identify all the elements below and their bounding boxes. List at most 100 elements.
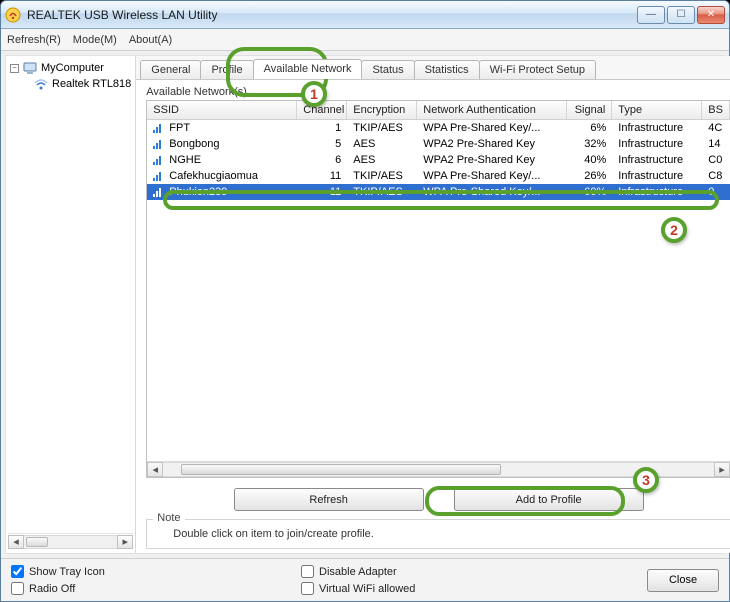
cell-auth: WPA Pre-Shared Key/... xyxy=(417,121,567,135)
minimize-button[interactable]: — xyxy=(637,6,665,24)
app-icon xyxy=(5,7,21,23)
virtual-wifi-input[interactable] xyxy=(301,582,314,595)
cell-channel: 6 xyxy=(297,153,347,167)
networks-listview[interactable]: SSID Channel Encryption Network Authenti… xyxy=(146,100,730,478)
cell-encryption: TKIP/AES xyxy=(347,185,417,199)
signal-icon xyxy=(153,139,165,149)
virtual-wifi-label: Virtual WiFi allowed xyxy=(319,583,415,595)
cell-channel: 5 xyxy=(297,137,347,151)
lv-scroll-left-icon[interactable]: ◂ xyxy=(147,462,163,477)
cell-bssid: 14 xyxy=(702,137,730,151)
adapter-icon xyxy=(34,77,48,91)
cell-signal: 40% xyxy=(567,153,612,167)
tree-adapter[interactable]: Realtek RTL818 xyxy=(8,76,133,92)
tree-collapse-icon[interactable]: − xyxy=(10,64,19,73)
add-to-profile-button[interactable]: Add to Profile xyxy=(454,488,644,511)
col-channel[interactable]: Channel xyxy=(297,101,347,119)
tab-status[interactable]: Status xyxy=(361,60,414,79)
bottom-bar: Show Tray Icon Radio Off Disable Adapter… xyxy=(1,558,729,601)
table-row[interactable]: Cafekhucgiaomua11TKIP/AESWPA Pre-Shared … xyxy=(147,168,730,184)
show-tray-checkbox[interactable]: Show Tray Icon xyxy=(11,565,181,578)
table-row[interactable]: Phukien23911TKIP/AESWPA Pre-Shared Key/.… xyxy=(147,184,730,200)
disable-adapter-input[interactable] xyxy=(301,565,314,578)
show-tray-input[interactable] xyxy=(11,565,24,578)
cell-ssid: FPT xyxy=(169,122,190,134)
app-window: REALTEK USB Wireless LAN Utility — ☐ ✕ R… xyxy=(0,0,730,602)
tab-page: Available Network(s) SSID Channel Encryp… xyxy=(136,80,730,553)
radio-off-checkbox[interactable]: Radio Off xyxy=(11,582,181,595)
cell-channel: 11 xyxy=(297,169,347,183)
tree-root-label: MyComputer xyxy=(41,62,104,74)
cell-type: Infrastructure xyxy=(612,137,702,151)
device-tree: − MyComputer Realtek RTL818 ◂ ▸ xyxy=(6,56,136,553)
tab-general[interactable]: General xyxy=(140,60,201,79)
cell-encryption: TKIP/AES xyxy=(347,169,417,183)
col-auth[interactable]: Network Authentication xyxy=(417,101,567,119)
tree-hscroll[interactable]: ◂ ▸ xyxy=(8,533,133,549)
tab-available-network[interactable]: Available Network xyxy=(253,59,363,79)
button-row: Refresh Add to Profile xyxy=(146,478,730,517)
cell-type: Infrastructure xyxy=(612,169,702,183)
note-text: Double click on item to join/create prof… xyxy=(155,522,722,540)
menu-about[interactable]: About(A) xyxy=(129,34,172,46)
scroll-right-icon[interactable]: ▸ xyxy=(117,535,133,549)
listview-hscroll[interactable]: ◂ ▸ xyxy=(147,461,730,477)
signal-icon xyxy=(153,155,165,165)
cell-bssid: 4C xyxy=(702,121,730,135)
close-button[interactable]: Close xyxy=(647,569,719,592)
tab-statistics[interactable]: Statistics xyxy=(414,60,480,79)
lv-scroll-track[interactable] xyxy=(163,462,714,477)
cell-signal: 32% xyxy=(567,137,612,151)
col-signal[interactable]: Signal xyxy=(567,101,612,119)
lv-scroll-thumb[interactable] xyxy=(181,464,501,475)
cell-auth: WPA2 Pre-Shared Key xyxy=(417,137,567,151)
cell-auth: WPA Pre-Shared Key/... xyxy=(417,169,567,183)
cell-type: Infrastructure xyxy=(612,185,702,199)
menu-refresh[interactable]: Refresh(R) xyxy=(7,34,61,46)
col-type[interactable]: Type xyxy=(612,101,702,119)
menu-mode[interactable]: Mode(M) xyxy=(73,34,117,46)
titlebar[interactable]: REALTEK USB Wireless LAN Utility — ☐ ✕ xyxy=(1,1,729,29)
cell-auth: WPA Pre-Shared Key/... xyxy=(417,185,567,199)
listview-body[interactable]: FPT1TKIP/AESWPA Pre-Shared Key/...6%Infr… xyxy=(147,120,730,461)
refresh-button[interactable]: Refresh xyxy=(234,488,424,511)
cell-bssid: 0 xyxy=(702,185,730,199)
maximize-button[interactable]: ☐ xyxy=(667,6,695,24)
client-area: − MyComputer Realtek RTL818 ◂ ▸ General … xyxy=(5,55,725,554)
lv-scroll-right-icon[interactable]: ▸ xyxy=(714,462,730,477)
window-title: REALTEK USB Wireless LAN Utility xyxy=(27,8,637,22)
disable-adapter-checkbox[interactable]: Disable Adapter xyxy=(301,565,415,578)
cell-encryption: AES xyxy=(347,137,417,151)
col-bssid[interactable]: BS xyxy=(702,101,730,119)
tab-profile[interactable]: Profile xyxy=(200,60,253,79)
signal-icon xyxy=(153,171,165,181)
tab-wps[interactable]: Wi-Fi Protect Setup xyxy=(479,60,596,79)
radio-off-input[interactable] xyxy=(11,582,24,595)
scroll-left-icon[interactable]: ◂ xyxy=(8,535,24,549)
cell-ssid: Bongbong xyxy=(169,138,219,150)
cell-encryption: TKIP/AES xyxy=(347,121,417,135)
virtual-wifi-checkbox[interactable]: Virtual WiFi allowed xyxy=(301,582,415,595)
note-legend: Note xyxy=(153,512,184,524)
cell-signal: 26% xyxy=(567,169,612,183)
table-row[interactable]: NGHE6AESWPA2 Pre-Shared Key40%Infrastruc… xyxy=(147,152,730,168)
scroll-track[interactable] xyxy=(24,535,117,549)
cell-ssid: Phukien239 xyxy=(169,186,227,198)
cell-bssid: C8 xyxy=(702,169,730,183)
tree-root[interactable]: − MyComputer xyxy=(8,60,133,76)
cell-encryption: AES xyxy=(347,153,417,167)
cell-signal: 6% xyxy=(567,121,612,135)
table-row[interactable]: FPT1TKIP/AESWPA Pre-Shared Key/...6%Infr… xyxy=(147,120,730,136)
cell-channel: 1 xyxy=(297,121,347,135)
col-ssid[interactable]: SSID xyxy=(147,101,297,119)
table-row[interactable]: Bongbong 5AESWPA2 Pre-Shared Key32%Infras… xyxy=(147,136,730,152)
show-tray-label: Show Tray Icon xyxy=(29,566,105,578)
listview-header[interactable]: SSID Channel Encryption Network Authenti… xyxy=(147,101,730,120)
disable-adapter-label: Disable Adapter xyxy=(319,566,397,578)
cell-bssid: C0 xyxy=(702,153,730,167)
close-window-button[interactable]: ✕ xyxy=(697,6,725,24)
scroll-thumb[interactable] xyxy=(26,537,48,547)
signal-icon xyxy=(153,123,165,133)
tree-adapter-label: Realtek RTL818 xyxy=(52,78,131,90)
col-encryption[interactable]: Encryption xyxy=(347,101,417,119)
